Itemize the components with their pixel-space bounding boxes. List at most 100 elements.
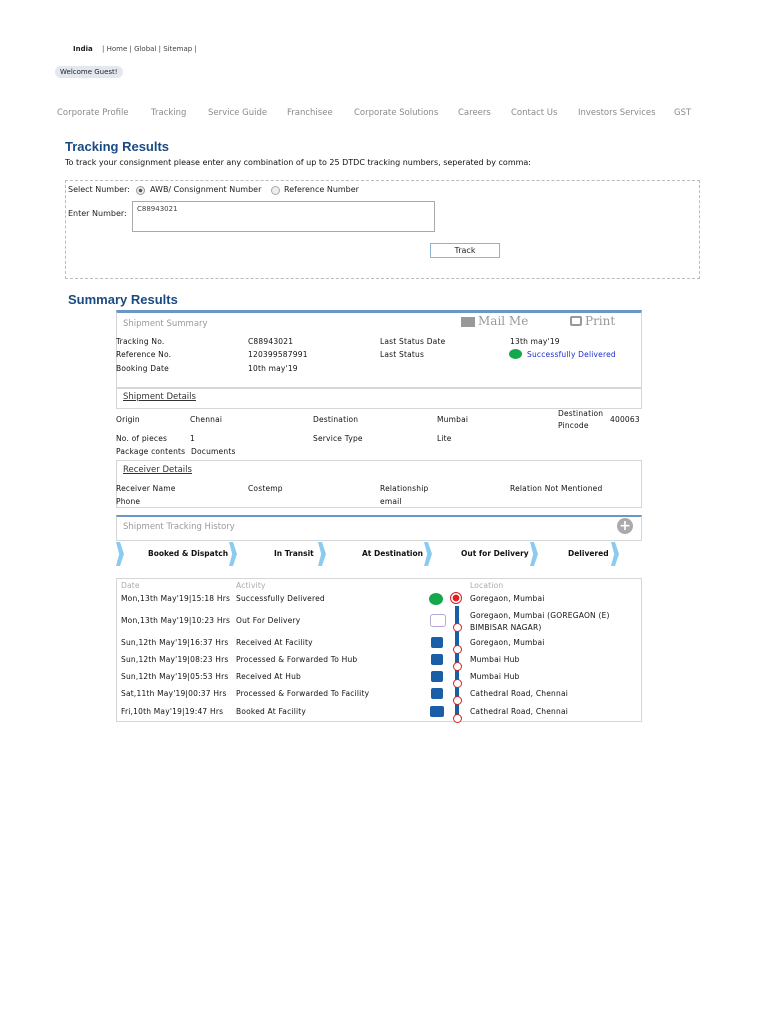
package-icon <box>431 654 443 665</box>
destination-label: Destination <box>313 415 359 424</box>
pieces-value: 1 <box>190 434 195 443</box>
receiver-name-value: Costemp <box>248 484 283 493</box>
row-location: Goregaon, Mumbai <box>470 594 545 603</box>
relationship-value: Relation Not Mentioned <box>510 484 603 493</box>
step-in-transit: In Transit <box>274 549 314 558</box>
row-activity: Processed & Forwarded To Hub <box>236 655 358 664</box>
select-number-label: Select Number: <box>68 185 130 194</box>
print-icon[interactable] <box>570 316 582 326</box>
origin-value: Chennai <box>190 415 223 424</box>
row-date: Fri,10th May'19|19:47 Hrs <box>121 707 224 716</box>
email-label: email <box>380 497 402 506</box>
shipment-details-link[interactable]: Shipment Details <box>123 392 196 402</box>
package-icon <box>431 688 443 699</box>
relationship-label: Relationship <box>380 484 429 493</box>
col-date: Date <box>121 581 140 590</box>
radio-awb-label[interactable]: AWB/ Consignment Number <box>150 185 261 194</box>
shipment-summary-heading: Shipment Summary <box>123 319 208 329</box>
nav-careers[interactable]: Careers <box>458 108 491 118</box>
row-activity: Booked At Facility <box>236 707 307 716</box>
top-links[interactable]: | Home | Global | Sitemap | <box>102 45 197 53</box>
row-date: Sun,12th May'19|08:23 Hrs <box>121 655 229 664</box>
step-chevron-icon <box>116 542 124 566</box>
summary-body <box>116 335 642 388</box>
page-title: Tracking Results <box>65 139 170 154</box>
instruction-text: To track your consignment please enter a… <box>65 158 532 167</box>
timeline-node <box>453 645 462 654</box>
nav-service-guide[interactable]: Service Guide <box>208 108 267 118</box>
mail-icon[interactable] <box>461 317 475 327</box>
reference-no-value: 120399587991 <box>248 350 308 359</box>
contents-value: Documents <box>191 447 236 456</box>
last-status-date-value: 13th may'19 <box>510 337 560 346</box>
destination-value: Mumbai <box>437 415 469 424</box>
phone-label: Phone <box>116 497 141 506</box>
radio-awb[interactable] <box>136 186 145 195</box>
nav-corporate-solutions[interactable]: Corporate Solutions <box>354 108 438 118</box>
row-date: Sun,12th May'19|16:37 Hrs <box>121 638 229 647</box>
service-type-value: Lite <box>437 434 452 443</box>
summary-title: Summary Results <box>68 292 178 307</box>
row-location: Goregaon, Mumbai <box>470 638 545 647</box>
row-location: Cathedral Road, Chennai <box>470 689 569 698</box>
step-booked: Booked & Dispatch <box>148 549 229 558</box>
nav-franchisee[interactable]: Franchisee <box>287 108 333 118</box>
package-icon <box>430 706 444 717</box>
track-button[interactable]: Track <box>430 243 500 258</box>
welcome-badge: Welcome Guest! <box>55 66 123 78</box>
row-activity: Received At Hub <box>236 672 301 681</box>
tracking-number-input[interactable]: C88943021 <box>132 201 435 232</box>
print-button[interactable]: Print <box>585 314 615 328</box>
timeline-end-node <box>450 592 462 604</box>
booking-date-label: Booking Date <box>116 364 169 373</box>
booking-date-value: 10th may'19 <box>248 364 298 373</box>
step-chevron-icon <box>611 542 619 566</box>
col-location: Location <box>470 581 504 590</box>
col-activity: Activity <box>236 581 266 590</box>
nav-gst[interactable]: GST <box>674 108 691 118</box>
nav-tracking[interactable]: Tracking <box>151 108 186 118</box>
row-activity: Successfully Delivered <box>236 594 325 603</box>
step-at-destination: At Destination <box>362 549 423 558</box>
radio-reference[interactable] <box>271 186 280 195</box>
nav-investors-services[interactable]: Investors Services <box>578 108 656 118</box>
row-location: Mumbai Hub <box>470 672 520 681</box>
contents-label: Package contents <box>116 447 186 456</box>
mail-me-button[interactable]: Mail Me <box>478 314 528 328</box>
enter-number-label: Enter Number: <box>68 209 127 218</box>
timeline-node <box>453 662 462 671</box>
row-date: Sat,11th May'19|00:37 Hrs <box>121 689 227 698</box>
step-chevron-icon <box>229 542 237 566</box>
page: India | Home | Global | Sitemap | Welcom… <box>0 0 768 1024</box>
delivered-icon <box>429 593 443 605</box>
radio-reference-label[interactable]: Reference Number <box>284 185 359 194</box>
nav-corporate-profile[interactable]: Corporate Profile <box>57 108 129 118</box>
last-status-value: Successfully Delivered <box>527 350 616 359</box>
timeline-node <box>453 679 462 688</box>
receiver-details-header <box>116 460 642 483</box>
package-icon <box>431 637 443 648</box>
row-date: Mon,13th May'19|15:18 Hrs <box>121 594 231 603</box>
tracking-no-label: Tracking No. <box>116 337 165 346</box>
row-date: Sun,12th May'19|05:53 Hrs <box>121 672 229 681</box>
step-chevron-icon <box>530 542 538 566</box>
receiver-name-label: Receiver Name <box>116 484 176 493</box>
step-chevron-icon <box>424 542 432 566</box>
reference-no-label: Reference No. <box>116 350 172 359</box>
timeline-node <box>453 714 462 723</box>
pincode-label: Destination Pincode <box>558 409 604 430</box>
nav-contact-us[interactable]: Contact Us <box>511 108 557 118</box>
history-heading: Shipment Tracking History <box>123 522 235 532</box>
expand-plus-icon[interactable]: + <box>617 518 633 534</box>
country-label: India <box>73 45 93 53</box>
step-out-for-delivery: Out for Delivery <box>461 549 529 558</box>
row-activity: Received At Facility <box>236 638 313 647</box>
step-delivered: Delivered <box>568 549 609 558</box>
row-location: Mumbai Hub <box>470 655 520 664</box>
delivered-status-icon <box>509 349 522 359</box>
timeline-node <box>453 696 462 705</box>
delivery-truck-icon <box>430 614 446 627</box>
row-location: Cathedral Road, Chennai <box>470 707 569 716</box>
row-activity: Out For Delivery <box>236 616 301 625</box>
receiver-details-link[interactable]: Receiver Details <box>123 465 192 475</box>
